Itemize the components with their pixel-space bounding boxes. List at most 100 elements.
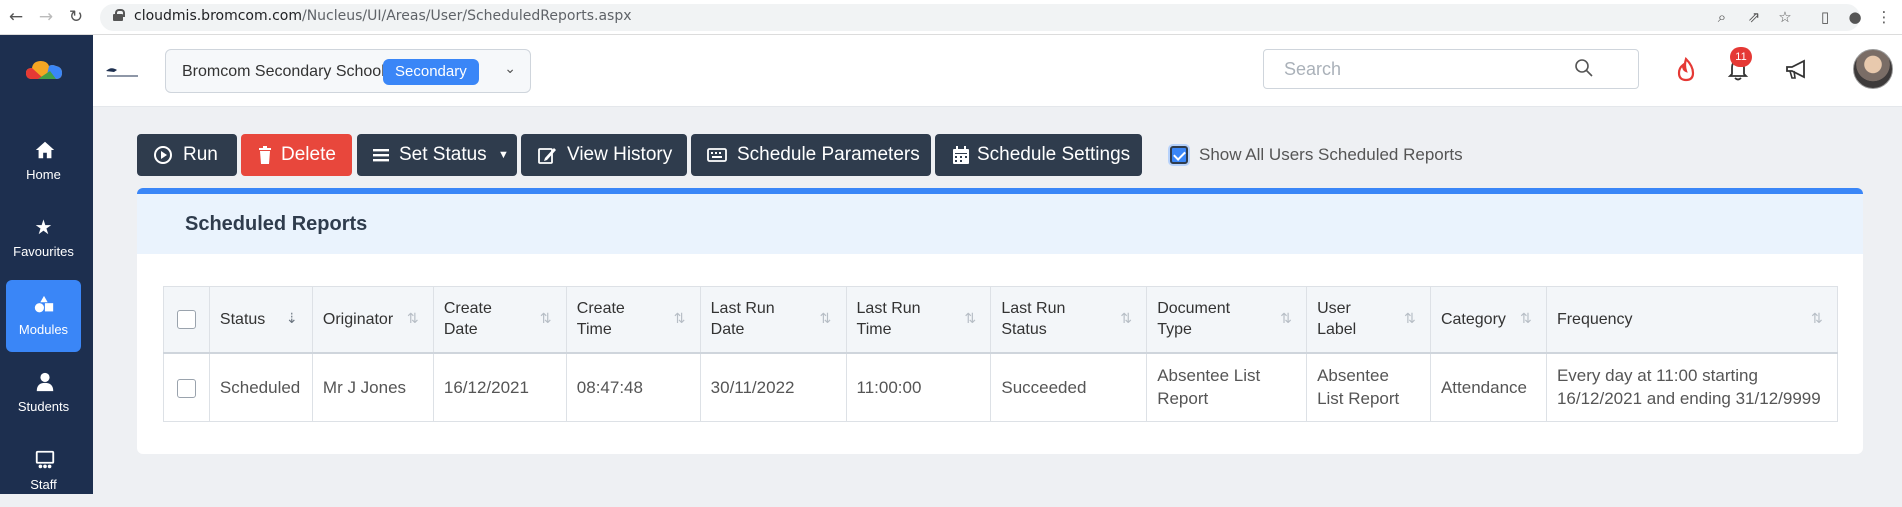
sort-asc-icon[interactable]: ⇣: [286, 309, 302, 329]
cell-create-date: 16/12/2021: [432, 352, 567, 422]
cell-frequency-line-1: Every day at 11:00 starting: [1556, 366, 1758, 386]
browser-chrome: ← → ↻ cloudmis.bromcom.com/Nucleus/UI/Ar…: [0, 0, 1902, 35]
modules-icon: [34, 295, 54, 313]
menu-dots-icon[interactable]: ⋮: [1874, 7, 1894, 27]
sidebar-item-home[interactable]: Home: [6, 125, 81, 197]
set-status-button[interactable]: Set Status ▼: [357, 134, 517, 176]
zoom-icon[interactable]: ⌕: [1712, 7, 1732, 27]
bookmark-star-icon[interactable]: ☆: [1775, 7, 1795, 27]
col-last-run-status-label-2: Status: [1001, 321, 1047, 339]
share-icon[interactable]: ⇗: [1744, 7, 1764, 27]
sort-icon[interactable]: ⇅: [1811, 309, 1827, 329]
staff-icon: [35, 450, 55, 469]
edit-icon: [538, 148, 556, 164]
sort-icon[interactable]: ⇅: [540, 309, 556, 329]
show-all-users-checkbox[interactable]: [1170, 146, 1188, 164]
col-create-time-label-1: Create: [576, 300, 625, 318]
app-cloud-logo-icon[interactable]: [24, 57, 64, 83]
user-icon: [36, 372, 54, 392]
run-button[interactable]: Run: [137, 134, 237, 176]
sort-icon[interactable]: ⇅: [1520, 309, 1536, 329]
cell-user-label-line-2: List Report: [1317, 389, 1400, 409]
cell-user-label-line-1: Absentee: [1317, 366, 1389, 386]
col-last-run-date[interactable]: Last Run Date ⇅: [699, 286, 847, 353]
col-last-run-date-label-1: Last Run: [710, 300, 775, 318]
scheduled-reports-table: Status ⇣ Originator ⇅ Create Date ⇅ Create Ti…: [163, 286, 1839, 422]
schedule-parameters-button[interactable]: Schedule Parameters: [691, 134, 931, 176]
col-last-run-time[interactable]: Last Run Time ⇅: [845, 286, 992, 353]
sidebar-item-modules[interactable]: Modules: [6, 280, 81, 352]
col-last-run-time-label-1: Last Run: [856, 300, 921, 318]
col-create-date[interactable]: Create Date ⇅: [432, 286, 567, 353]
search-icon[interactable]: [1574, 58, 1594, 78]
top-header: Bromcom Secondary School Secondary ⌄ 11: [93, 35, 1902, 107]
view-history-label: View History: [567, 144, 673, 165]
reload-icon[interactable]: ↻: [66, 7, 86, 27]
table-row[interactable]: Scheduled Mr J Jones 16/12/2021 08:47:48…: [163, 352, 1839, 422]
school-selector[interactable]: Bromcom Secondary School Secondary ⌄: [165, 49, 531, 93]
schedule-settings-label: Schedule Settings: [977, 144, 1131, 165]
schedule-settings-button[interactable]: Schedule Settings: [935, 134, 1142, 176]
col-frequency-label: Frequency: [1556, 310, 1633, 328]
cell-user-label: Absentee List Report: [1306, 352, 1431, 422]
cell-originator: Mr J Jones: [311, 352, 434, 422]
sort-icon[interactable]: ⇅: [407, 309, 423, 329]
col-document-type[interactable]: Document Type ⇅: [1146, 286, 1308, 353]
sort-icon[interactable]: ⇅: [1280, 309, 1296, 329]
col-originator[interactable]: Originator ⇅: [311, 286, 434, 353]
user-avatar[interactable]: [1853, 49, 1893, 89]
col-create-date-label-1: Create: [443, 300, 492, 318]
cell-last-run-time: 11:00:00: [845, 352, 992, 422]
col-document-type-label-1: Document: [1157, 300, 1231, 318]
search-input[interactable]: [1264, 50, 1584, 88]
row-select-cell: [163, 352, 210, 422]
cell-document-type: Absentee List Report: [1146, 352, 1308, 422]
sidebar-item-students[interactable]: Students: [6, 357, 81, 429]
col-last-run-time-label-2: Time: [856, 321, 892, 339]
schedule-parameters-label: Schedule Parameters: [737, 144, 920, 165]
sidebar-label-staff: Staff: [30, 477, 57, 492]
cell-document-type-line-2: Report: [1157, 389, 1209, 409]
col-create-time[interactable]: Create Time ⇅: [565, 286, 701, 353]
school-logo-icon[interactable]: [105, 65, 139, 79]
cell-last-run-date: 30/11/2022: [699, 352, 847, 422]
col-status-label: Status: [219, 310, 266, 328]
sort-icon[interactable]: ⇅: [1120, 309, 1136, 329]
sidebar-item-favourites[interactable]: ★ Favourites: [6, 202, 81, 274]
col-user-label[interactable]: User Label ⇅: [1306, 286, 1431, 353]
sort-icon[interactable]: ⇅: [1404, 309, 1420, 329]
flame-icon[interactable]: [1673, 57, 1699, 83]
delete-label: Delete: [281, 144, 336, 165]
sidebar-label-favourites: Favourites: [13, 244, 74, 259]
select-all-checkbox[interactable]: [176, 310, 196, 330]
col-status[interactable]: Status ⇣: [208, 286, 313, 353]
sort-icon[interactable]: ⇅: [674, 309, 690, 329]
col-last-run-status[interactable]: Last Run Status ⇅: [990, 286, 1148, 353]
sort-icon[interactable]: ⇅: [820, 309, 836, 329]
sidebar: Home ★ Favourites Modules Students Staff: [0, 35, 93, 494]
col-frequency[interactable]: Frequency ⇅: [1545, 286, 1839, 353]
cell-last-run-status: Succeeded: [990, 352, 1148, 422]
trash-icon: [259, 146, 271, 164]
back-icon[interactable]: ←: [6, 7, 26, 27]
view-history-button[interactable]: View History: [521, 134, 687, 176]
search-box: [1263, 49, 1639, 89]
delete-button[interactable]: Delete: [241, 134, 352, 176]
sidebar-label-modules: Modules: [18, 322, 69, 337]
row-checkbox[interactable]: [176, 378, 196, 398]
sidebar-item-staff[interactable]: Staff: [6, 435, 81, 507]
url-text[interactable]: cloudmis.bromcom.com/Nucleus/UI/Areas/Us…: [134, 8, 632, 24]
megaphone-icon[interactable]: [1784, 57, 1810, 83]
school-name: Bromcom Secondary School: [182, 63, 385, 80]
col-category-label: Category: [1440, 310, 1506, 328]
forward-icon[interactable]: →: [36, 7, 56, 27]
set-status-label: Set Status: [399, 144, 487, 165]
sort-icon[interactable]: ⇅: [964, 309, 980, 329]
profile-icon[interactable]: ●: [1845, 7, 1865, 27]
list-icon: [373, 149, 389, 162]
side-panel-icon[interactable]: ▯: [1815, 7, 1835, 27]
col-category[interactable]: Category ⇅: [1429, 286, 1547, 353]
notification-count-badge: 11: [1730, 47, 1752, 67]
caret-down-icon: ▼: [498, 149, 509, 161]
cell-document-type-line-1: Absentee List: [1157, 366, 1261, 386]
